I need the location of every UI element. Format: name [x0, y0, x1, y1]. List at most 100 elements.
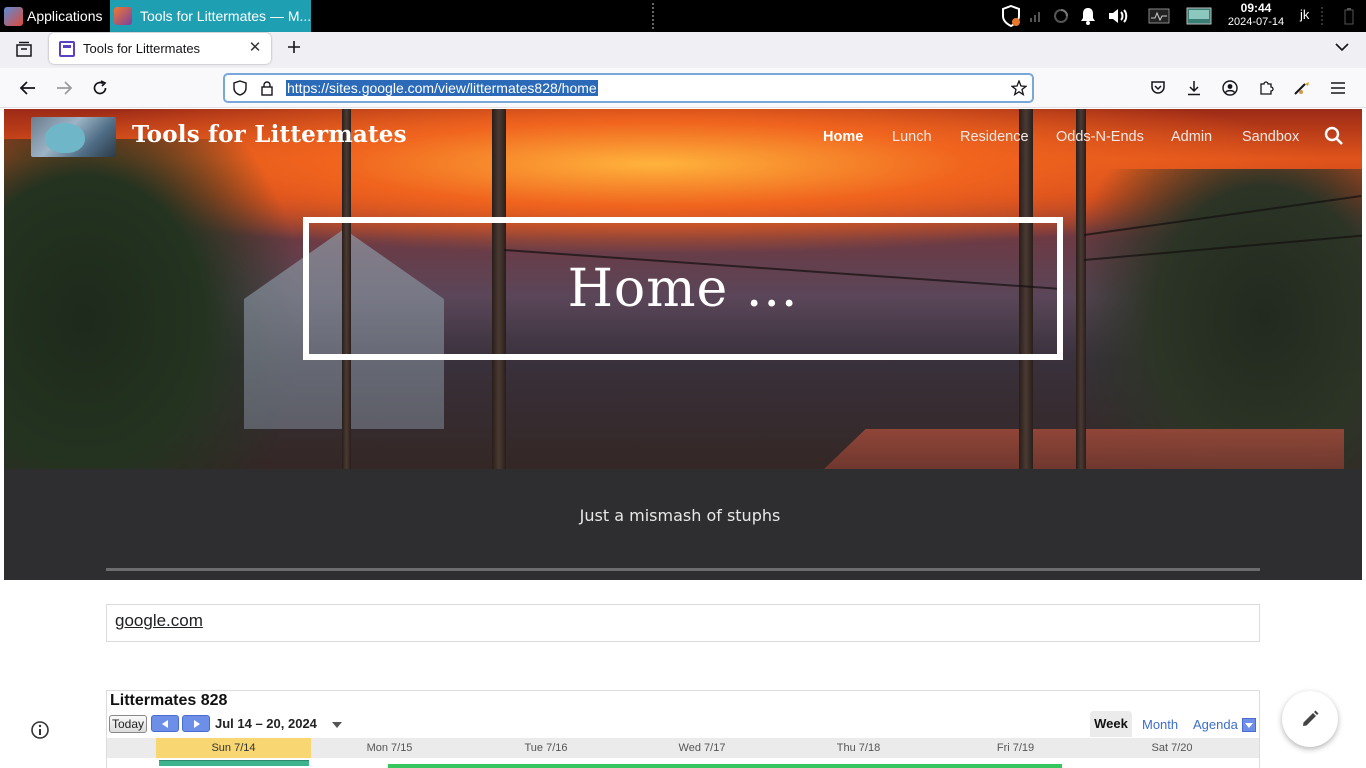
account-icon: [1222, 80, 1238, 96]
date-range-dropdown-icon[interactable]: [332, 722, 342, 728]
site-search-button[interactable]: [1324, 126, 1350, 152]
site-logo-image: [45, 123, 85, 153]
firefox-icon: [114, 7, 132, 25]
info-icon: [31, 721, 49, 739]
applications-menu-button[interactable]: Applications: [0, 0, 108, 32]
close-tab-icon[interactable]: ✕: [247, 40, 263, 56]
plus-icon: [288, 41, 300, 53]
browser-tab-bar: Tools for Littermates ✕: [0, 32, 1366, 68]
wand-icon: [1294, 82, 1309, 95]
calendar-view-dropdown-icon[interactable]: [1242, 718, 1256, 732]
forward-arrow-icon: [57, 81, 72, 95]
site-info-button[interactable]: [30, 720, 50, 740]
page-load-progress-bar: [388, 764, 1062, 768]
firefox-view-button[interactable]: [12, 37, 36, 61]
url-bar[interactable]: https://sites.google.com/view/littermate…: [223, 73, 1034, 103]
tagline-section: Just a mismash of stuphs: [4, 469, 1362, 580]
download-icon: [1188, 81, 1200, 96]
calendar-view-agenda[interactable]: Agenda: [1193, 717, 1238, 732]
calendar-today-button[interactable]: Today: [109, 715, 147, 733]
extensions-button[interactable]: [1254, 76, 1278, 100]
nav-item-odds-n-ends[interactable]: Odds-N-Ends: [1056, 129, 1144, 145]
section-divider: [106, 568, 1260, 571]
google-sites-favicon-icon: [59, 40, 75, 57]
app-menu-button[interactable]: [1326, 76, 1350, 100]
google-link[interactable]: google.com: [115, 611, 203, 631]
bookmark-star-icon[interactable]: [1010, 79, 1028, 97]
nav-item-residence[interactable]: Residence: [960, 129, 1029, 145]
sync-icon[interactable]: [1050, 0, 1072, 32]
pocket-button[interactable]: [1146, 76, 1170, 100]
clock-time: 09:44: [1240, 1, 1272, 15]
browser-navigation-bar: https://sites.google.com/view/littermate…: [0, 68, 1366, 108]
clock-date: 2024-07-14: [1227, 16, 1285, 28]
calendar-previous-button[interactable]: [151, 715, 179, 732]
calendar-day-fri[interactable]: Fri 7/19: [937, 738, 1094, 758]
calendar-date-range[interactable]: Jul 14 – 20, 2024: [215, 716, 317, 731]
network-signal-icon[interactable]: [1026, 0, 1046, 32]
site-header: Tools for Littermates Home Lunch Residen…: [4, 109, 1362, 167]
nav-item-lunch[interactable]: Lunch: [892, 129, 932, 145]
pocket-icon: [1151, 81, 1165, 94]
os-taskbar: Applications Tools for Littermates — M..…: [0, 0, 1366, 32]
system-monitor-icon[interactable]: [1146, 0, 1172, 32]
taskbar-window-label: Tools for Littermates — M...: [140, 8, 311, 24]
clock[interactable]: 09:44 2024-07-14: [1222, 1, 1290, 29]
panel-separator-right: [1318, 0, 1326, 32]
site-title[interactable]: Tools for Littermates: [132, 121, 407, 148]
calendar-view-month[interactable]: Month: [1142, 717, 1178, 732]
nav-item-admin[interactable]: Admin: [1171, 129, 1212, 145]
nav-item-sandbox[interactable]: Sandbox: [1242, 129, 1299, 145]
user-name[interactable]: jk: [1300, 7, 1309, 22]
calendar-day-tue[interactable]: Tue 7/16: [468, 738, 624, 758]
calendar-next-button[interactable]: [182, 715, 210, 732]
calendar-day-sun[interactable]: Sun 7/14: [156, 738, 311, 758]
web-page: Tools for Littermates Home Lunch Residen…: [4, 109, 1362, 768]
volume-icon[interactable]: [1104, 0, 1134, 32]
edit-button[interactable]: [1282, 691, 1338, 747]
url-text[interactable]: https://sites.google.com/view/littermate…: [286, 80, 598, 96]
embedded-calendar: Littermates 828 Today Jul 14 – 20, 2024 …: [106, 690, 1260, 768]
reload-icon: [93, 80, 107, 95]
pencil-icon: [1303, 710, 1319, 726]
tagline-text: Just a mismash of stuphs: [579, 506, 781, 525]
tab-tools-for-littermates[interactable]: Tools for Littermates ✕: [49, 33, 271, 64]
calendar-day-header: Sun 7/14 Mon 7/15 Tue 7/16 Wed 7/17 Thu …: [107, 738, 1259, 758]
page-title: Home ...: [567, 258, 799, 319]
calendar-day-wed[interactable]: Wed 7/17: [624, 738, 780, 758]
calendar-day-sat[interactable]: Sat 7/20: [1094, 738, 1250, 758]
new-tab-button[interactable]: [282, 35, 306, 59]
embedded-link-box: google.com: [106, 604, 1260, 642]
forward-button[interactable]: [52, 76, 76, 100]
extension-button[interactable]: [1290, 76, 1314, 100]
firefox-view-icon: [16, 41, 32, 57]
calendar-day-thu[interactable]: Thu 7/18: [780, 738, 937, 758]
reload-button[interactable]: [88, 76, 112, 100]
nav-item-home[interactable]: Home: [823, 129, 863, 145]
applications-icon: [4, 6, 23, 26]
hamburger-menu-icon: [1331, 82, 1345, 94]
calendar-title: Littermates 828: [110, 692, 228, 709]
hero-banner: Tools for Littermates Home Lunch Residen…: [4, 109, 1362, 469]
tab-title: Tools for Littermates: [83, 41, 201, 56]
downloads-button[interactable]: [1182, 76, 1206, 100]
security-shield-icon[interactable]: [998, 0, 1024, 32]
site-logo[interactable]: [31, 117, 116, 157]
applications-label: Applications: [27, 8, 103, 24]
calendar-view-week[interactable]: Week: [1090, 711, 1132, 737]
battery-icon[interactable]: [1338, 0, 1360, 32]
calendar-day-mon[interactable]: Mon 7/15: [311, 738, 468, 758]
page-title-frame: Home ...: [303, 217, 1063, 360]
back-button[interactable]: [16, 76, 40, 100]
puzzle-piece-icon: [1260, 81, 1274, 95]
tracking-protection-shield-icon[interactable]: [231, 79, 249, 97]
taskbar-window-firefox[interactable]: Tools for Littermates — M...: [110, 0, 311, 32]
panel-separator: [652, 3, 655, 29]
list-all-tabs-button[interactable]: [1330, 35, 1354, 59]
account-button[interactable]: [1218, 76, 1242, 100]
calendar-event[interactable]: [159, 760, 309, 766]
lock-icon[interactable]: [258, 79, 276, 97]
search-icon: [1324, 126, 1343, 145]
display-icon[interactable]: [1184, 0, 1214, 32]
notification-bell-icon[interactable]: [1076, 0, 1100, 32]
